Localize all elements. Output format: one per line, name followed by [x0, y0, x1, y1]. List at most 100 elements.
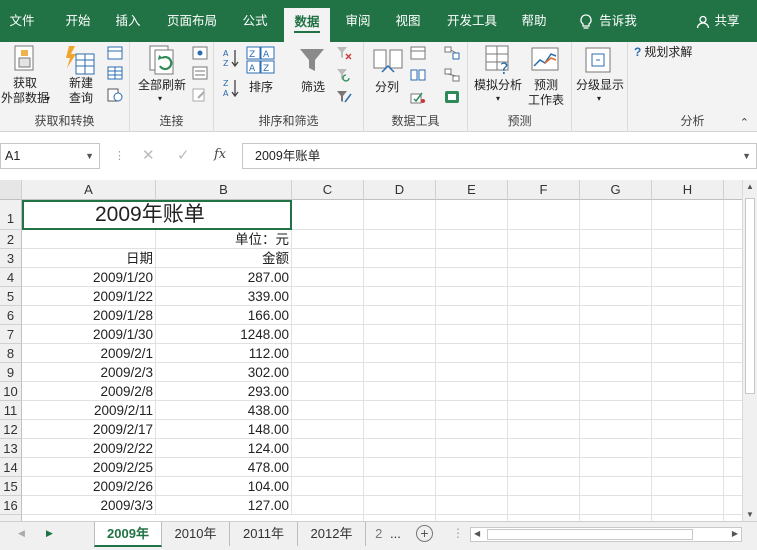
person-icon [697, 15, 710, 28]
chevron-down-icon: ▾ [46, 94, 51, 103]
sheet-tab-2010[interactable]: 2010年 [162, 522, 230, 546]
refresh-all-button[interactable]: 全部刷新 [132, 78, 192, 93]
scroll-left-icon[interactable]: ◀ [474, 529, 480, 538]
group-analysis: ? 规划求解 分析 ⌃ [628, 42, 757, 132]
new-query-button[interactable]: 新建 查询 [58, 76, 104, 106]
edit-links-icon[interactable] [192, 88, 208, 102]
advanced-filter-icon[interactable] [336, 90, 352, 104]
menu-formulas[interactable]: 公式 [232, 0, 278, 42]
flash-fill-icon[interactable] [410, 46, 426, 60]
filter-button[interactable]: 筛选 [294, 80, 332, 95]
connections-icon[interactable] [192, 46, 208, 60]
worksheet-grid[interactable]: A B C D E F G H 1 2009年账单 2 单位：元 3 日期 金额… [0, 180, 742, 521]
add-sheet-icon[interactable]: + [416, 525, 433, 542]
collapse-ribbon-icon[interactable]: ⌃ [740, 116, 749, 129]
show-queries-icon[interactable] [107, 46, 123, 60]
formula-bar: A1 ▼ ⋮ ✕ ✓ fx 2009年账单 ▼ [0, 140, 757, 172]
group-sort-filter: A Z Z A Z A A Z 排序 筛选 排序和筛选 [214, 42, 364, 132]
menu-developer[interactable]: 开发工具 [440, 0, 504, 42]
outline-button[interactable]: 分级显示 [572, 78, 628, 93]
menu-bar: 文件 开始 插入 页面布局 公式 数据 审阅 视图 开发工具 帮助 告诉我 共享 [0, 0, 757, 42]
menu-page-layout[interactable]: 页面布局 [160, 0, 224, 42]
recent-sources-icon[interactable] [107, 88, 123, 102]
forecast-label-1: 预测 [533, 78, 558, 92]
get-external-data-icon [14, 45, 34, 71]
consolidate-icon[interactable] [444, 46, 460, 60]
svg-text:A: A [263, 50, 270, 60]
properties-icon[interactable] [192, 66, 208, 80]
expand-formula-icon[interactable]: ▼ [742, 144, 751, 168]
sheet-tabs-bar: ◀ ▶ 2009年 2010年 2011年 2012年 2 ... + ⋮ ◀ … [0, 521, 757, 550]
sheet-tab-2012[interactable]: 2012年 [298, 522, 366, 546]
enter-icon[interactable]: ✓ [177, 146, 190, 164]
name-box[interactable]: A1 ▼ [0, 143, 100, 169]
sheet-tab-2009[interactable]: 2009年 [94, 522, 162, 547]
share-button[interactable]: 共享 [688, 0, 748, 42]
menu-help[interactable]: 帮助 [514, 0, 554, 42]
sort-ascending-icon[interactable]: A Z [222, 48, 240, 68]
data-validation-icon[interactable] [410, 90, 426, 104]
scroll-thumb[interactable] [745, 198, 755, 394]
name-box-value: A1 [5, 149, 21, 163]
chevron-down-icon: ▾ [158, 94, 163, 103]
solver-label: 规划求解 [644, 45, 693, 59]
forecast-sheet-button[interactable]: 预测 工作表 [524, 78, 568, 108]
sort-descending-icon[interactable]: Z A [222, 78, 240, 98]
tell-me-label: 告诉我 [599, 14, 637, 28]
svg-text:A: A [223, 49, 229, 58]
sort-button[interactable]: 排序 [242, 80, 280, 95]
menu-insert[interactable]: 插入 [108, 0, 148, 42]
clear-filter-icon[interactable] [336, 46, 352, 60]
group-connections: 全部刷新 ▾ 连接 [130, 42, 214, 132]
horizontal-scrollbar[interactable]: ◀ ▶ [470, 527, 742, 542]
svg-text:A: A [223, 89, 229, 98]
relationships-icon[interactable] [444, 68, 460, 82]
menu-view[interactable]: 视图 [388, 0, 428, 42]
from-table-icon[interactable] [107, 66, 123, 80]
group-get-transform: 获取 外部数据 ▾ 新建 查询 获取和转换 [0, 42, 130, 132]
insert-function-icon[interactable]: fx [214, 147, 226, 162]
vertical-scrollbar[interactable]: ▲ ▼ [742, 180, 757, 521]
group-forecast: ? 模拟分析 ▾ 预测 工作表 预测 [468, 42, 572, 132]
more-sheets[interactable]: 2 ... [366, 522, 410, 546]
get-data-label-2: 外部数据 [0, 91, 49, 105]
svg-text:Z: Z [223, 59, 229, 68]
group-forecast-label: 预测 [507, 114, 532, 128]
menu-file[interactable]: 文件 [0, 0, 44, 42]
svg-text:A: A [249, 64, 256, 74]
share-label: 共享 [714, 14, 740, 28]
chevron-down-icon[interactable]: ▼ [85, 144, 94, 168]
h-scroll-thumb[interactable] [487, 529, 693, 540]
menu-data-label: 数据 [294, 15, 320, 33]
text-to-columns-button[interactable]: 分列 [368, 80, 406, 95]
cancel-icon[interactable]: ✕ [142, 146, 155, 164]
forecast-sheet-icon [531, 47, 559, 71]
new-query-icon [66, 46, 95, 75]
svg-text:Z: Z [249, 50, 255, 60]
gridlines [292, 200, 742, 521]
next-sheet-icon[interactable]: ▶ [46, 528, 53, 539]
solver-button[interactable]: ? 规划求解 [634, 45, 714, 60]
menu-home[interactable]: 开始 [56, 0, 100, 42]
menu-review[interactable]: 审阅 [336, 0, 380, 42]
what-if-analysis-button[interactable]: 模拟分析 [470, 78, 526, 93]
formula-input[interactable]: 2009年账单 ▼ [242, 143, 757, 169]
group-get-transform-label: 获取和转换 [34, 114, 95, 128]
group-outline: 分级显示 ▾ [572, 42, 628, 132]
scroll-right-icon[interactable]: ▶ [732, 529, 738, 538]
data-model-icon[interactable] [444, 90, 460, 104]
tell-me-box[interactable]: 告诉我 [570, 0, 646, 42]
text-to-columns-icon [373, 49, 403, 73]
reapply-icon[interactable] [336, 68, 352, 82]
get-data-label-1: 获取 [12, 76, 37, 90]
sheet-tab-2011[interactable]: 2011年 [230, 522, 298, 546]
prev-sheet-icon[interactable]: ◀ [18, 528, 25, 539]
get-external-data-button[interactable]: 获取 外部数据 [0, 76, 50, 106]
new-query-label-2: 查询 [68, 91, 93, 105]
remove-duplicates-icon[interactable] [410, 68, 426, 82]
scroll-down-icon[interactable]: ▼ [746, 510, 754, 519]
ellipsis-label: ... [390, 526, 401, 541]
new-query-label-1: 新建 [68, 76, 93, 90]
menu-data[interactable]: 数据 [284, 8, 330, 42]
scroll-up-icon[interactable]: ▲ [746, 182, 754, 191]
